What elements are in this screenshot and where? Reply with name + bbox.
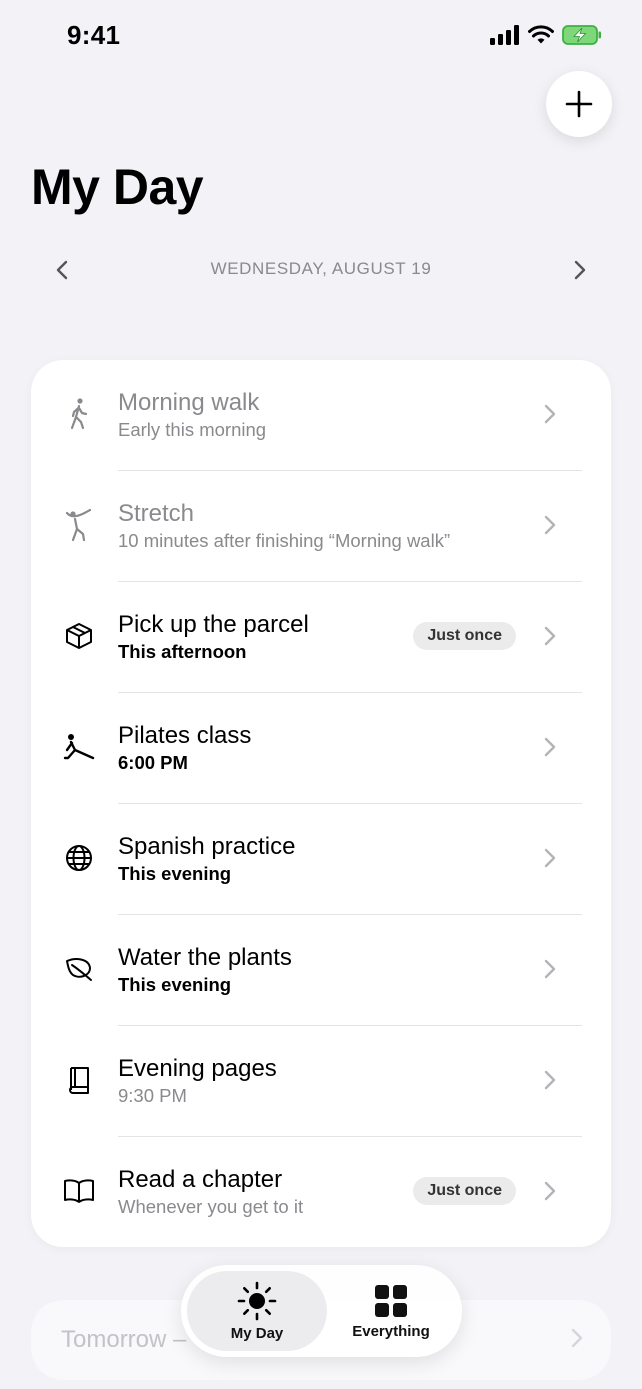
tab-everything[interactable]: Everything [321, 1271, 461, 1351]
tab-label: Everything [352, 1322, 430, 1340]
tab-label: My Day [230, 1324, 284, 1342]
chevron-right-icon [541, 735, 559, 759]
chevron-right-icon [541, 513, 559, 537]
task-subtitle: This evening [118, 974, 232, 995]
task-subtitle: 10 minutes after finishing “Morning walk… [118, 530, 451, 551]
frequency-badge: Just once [413, 622, 516, 650]
task-row-spanish-practice[interactable]: Spanish practice This evening [31, 804, 611, 915]
sun-icon [237, 1281, 277, 1320]
book-icon [61, 1173, 97, 1209]
task-title: Evening pages [118, 1055, 277, 1082]
chevron-right-icon [541, 957, 559, 981]
grid-icon [375, 1284, 407, 1317]
add-task-button[interactable] [546, 71, 612, 137]
tab-my-day[interactable]: My Day [187, 1271, 327, 1351]
task-title: Pilates class [118, 722, 252, 749]
task-list: Morning walk Early this morning Stretch … [31, 360, 611, 1247]
chevron-right-icon [541, 624, 559, 648]
current-date: WEDNESDAY, AUGUST 19 [210, 259, 432, 278]
box-icon [61, 618, 97, 654]
chevron-right-icon [541, 1179, 559, 1203]
leaf-icon [61, 951, 97, 987]
task-row-pick-up-parcel[interactable]: Pick up the parcel This afternoon Just o… [31, 582, 611, 693]
chevron-right-icon [541, 846, 559, 870]
task-title: Morning walk [118, 389, 260, 416]
next-day-button[interactable] [564, 254, 596, 286]
pilates-icon [61, 729, 97, 765]
task-row-stretch[interactable]: Stretch 10 minutes after finishing “Morn… [31, 471, 611, 582]
date-navigator: WEDNESDAY, AUGUST 19 [40, 250, 602, 290]
plus-icon [565, 90, 593, 118]
task-subtitle: 9:30 PM [118, 1085, 187, 1106]
screen: 9:41 My Day WEDNESDAY, AUGUST 19 Morning… [0, 0, 642, 1389]
task-subtitle: Early this morning [118, 419, 267, 440]
status-icons [490, 24, 602, 46]
task-row-morning-walk[interactable]: Morning walk Early this morning [31, 360, 611, 471]
tomorrow-label: Tomorrow – [61, 1326, 187, 1353]
battery-charging-icon [562, 25, 601, 45]
task-title: Stretch [118, 500, 195, 527]
chevron-right-icon [541, 1068, 559, 1092]
task-subtitle: This evening [118, 863, 232, 884]
walking-icon [61, 396, 97, 432]
chevron-right-icon [574, 260, 586, 280]
task-row-evening-pages[interactable]: Evening pages 9:30 PM [31, 1026, 611, 1137]
notebook-icon [61, 1062, 97, 1098]
task-row-water-plants[interactable]: Water the plants This evening [31, 915, 611, 1026]
status-time: 9:41 [67, 20, 121, 50]
task-title: Spanish practice [118, 833, 296, 860]
signal-icon [490, 25, 519, 45]
chevron-right-icon [571, 1328, 583, 1353]
task-row-read-chapter[interactable]: Read a chapter Whenever you get to it Ju… [31, 1137, 611, 1248]
chevron-right-icon [541, 402, 559, 426]
stretch-icon [61, 507, 97, 543]
tab-bar: My Day Everything [181, 1265, 462, 1357]
task-subtitle: 6:00 PM [118, 752, 188, 773]
globe-icon [61, 840, 97, 876]
page-title: My Day [31, 159, 204, 215]
wifi-icon [528, 25, 554, 44]
task-row-pilates-class[interactable]: Pilates class 6:00 PM [31, 693, 611, 804]
frequency-badge: Just once [413, 1177, 516, 1205]
task-title: Water the plants [118, 944, 292, 971]
